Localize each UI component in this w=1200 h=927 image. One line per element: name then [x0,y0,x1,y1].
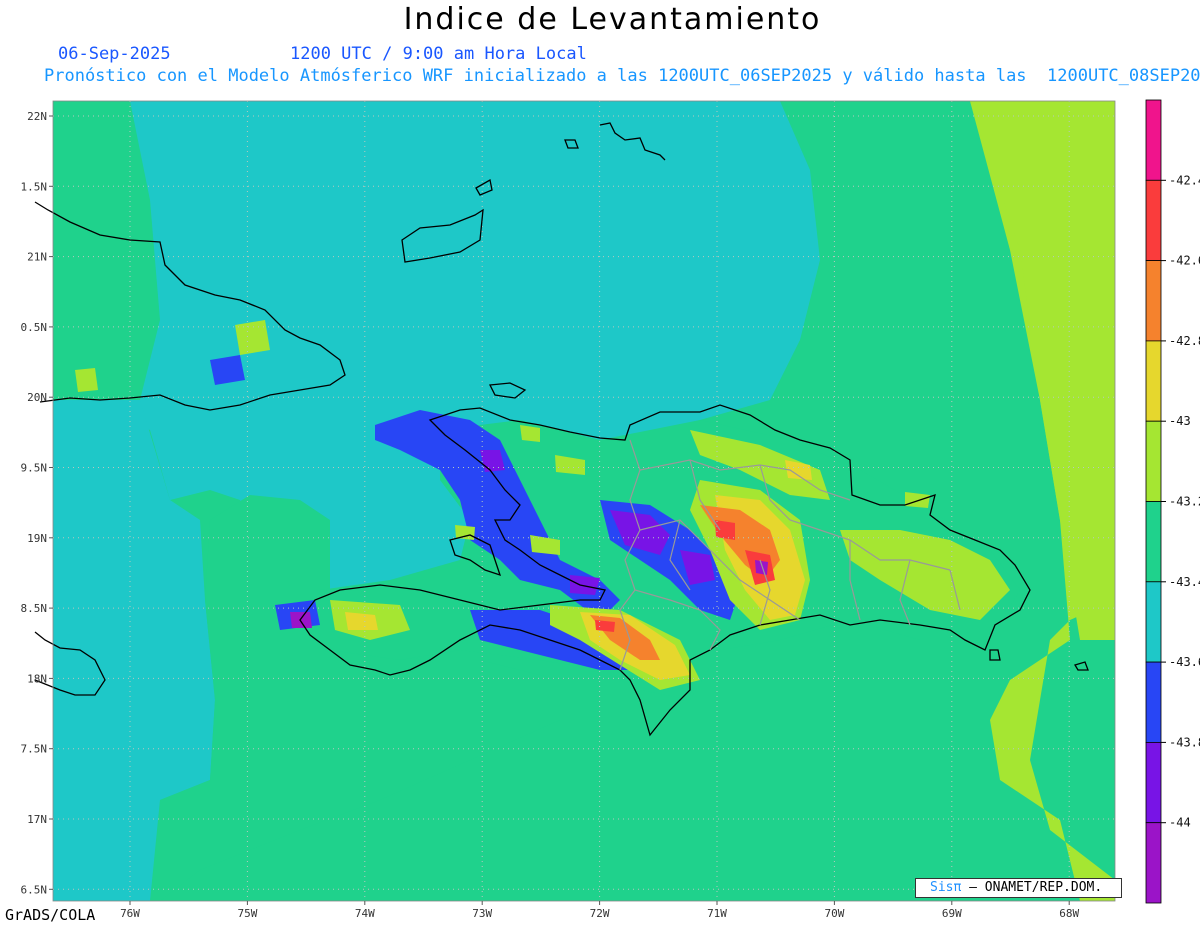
lon-tick-label: 73W [472,907,492,920]
lat-tick-label: 9.5N [21,462,48,475]
lat-tick-label: 6.5N [21,883,48,896]
lat-tick-label: 1.5N [21,180,48,193]
colorbar-label: -42.6 [1169,254,1200,268]
map-canvas: 22N 1.5N 21N 0.5N 20N 9.5N 19N 8.5N 18N 7.5N 17N 6.… [21,99,1200,920]
colorbar-label: -43.6 [1169,655,1200,669]
colorbar-label: -43.8 [1169,735,1200,749]
lat-tick-label: 22N [27,110,47,123]
colorbar-segment [1145,420,1162,502]
lat-tick-label: 8.5N [21,602,48,615]
lon-tick-label: 72W [590,907,610,920]
colorbar-label: -43 [1169,414,1191,428]
colorbar-label: -42.4 [1169,173,1200,187]
credit-text: – ONAMET/REP.DOM. [961,880,1103,895]
colorbar-segment [1145,742,1162,824]
colorbar-segment [1145,340,1162,422]
colorbar-label: -43.2 [1169,495,1200,509]
colorbar-segment [1145,581,1162,663]
colorbar-label: -43.4 [1169,575,1200,589]
software-credit: GrADS/COLA [5,906,96,924]
sispi-logo: Sisπ [930,880,962,895]
colorbar: -42.4 -42.6 -42.8 -43 -43.2 -43.4 -43.6 -43.8 -4… [1145,99,1200,904]
lat-tick-label: 0.5N [21,321,48,334]
colorbar-segment [1145,260,1162,342]
lon-tick-label: 75W [237,907,257,920]
lon-tick-label: 69W [942,907,962,920]
lat-tick-label: 18N [27,672,47,685]
lon-tick-label: 68W [1059,907,1079,920]
colorbar-label: -44 [1169,816,1191,830]
lat-tick-label: 17N [27,813,47,826]
colorbar-segment [1145,822,1162,904]
colorbar-segment [1145,99,1162,181]
colorbar-label: -42.8 [1169,334,1200,348]
lon-tick-label: 71W [707,907,727,920]
colorbar-segment [1145,179,1162,262]
longitude-axis: 76W 75W 74W 73W 72W 71W 70W 69W 68W [120,901,1080,920]
lat-tick-label: 19N [27,532,47,545]
lon-tick-label: 70W [824,907,844,920]
colorbar-segment [1145,501,1162,583]
lat-tick-label: 7.5N [21,743,48,756]
credit-box: Sisπ – ONAMET/REP.DOM. [915,878,1122,898]
lon-tick-label: 76W [120,907,140,920]
colorbar-segment [1145,661,1162,743]
lifted-index-field [53,101,1115,901]
lat-tick-label: 20N [27,391,47,404]
lon-tick-label: 74W [355,907,375,920]
latitude-axis: 22N 1.5N 21N 0.5N 20N 9.5N 19N 8.5N 18N 7.5N 17N 6.… [21,110,53,896]
lat-tick-label: 21N [27,251,47,264]
